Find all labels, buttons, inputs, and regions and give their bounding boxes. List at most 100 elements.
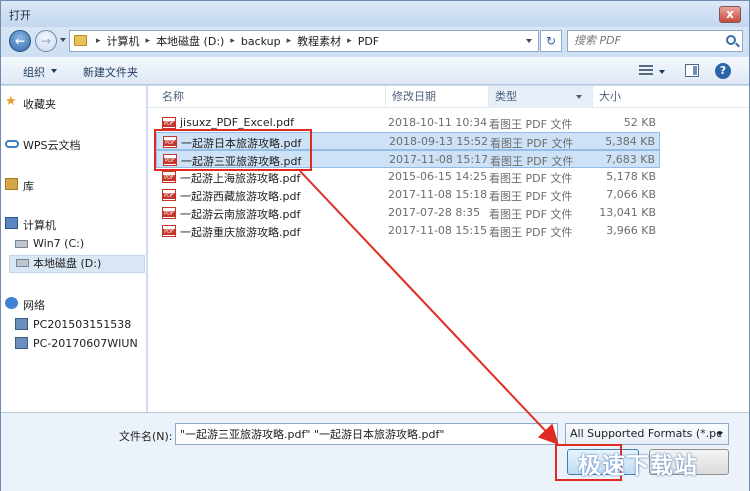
search-box[interactable]: [567, 30, 743, 52]
filename-label: 文件名(N):: [119, 430, 173, 443]
refresh-icon: ↻: [545, 34, 557, 48]
open-file-dialog: 打开 x ← → ▸ 计算机 ▸ 本地磁盘 (D:) ▸ backup ▸ 教程…: [0, 0, 750, 491]
file-size: 13,041 KB: [599, 206, 656, 219]
file-type: 看图王 PDF 文件: [490, 155, 574, 168]
file-date: 2017-11-08 15:18: [388, 188, 488, 201]
nav-label: 计算机: [23, 219, 56, 232]
file-size: 5,384 KB: [605, 135, 655, 148]
title-bar: 打开 x: [1, 1, 749, 27]
file-type-filter[interactable]: All Supported Formats (*.pc: [565, 423, 729, 445]
nav-network[interactable]: 网络: [5, 297, 45, 313]
breadcrumb-tutorial[interactable]: 教程素材: [293, 33, 345, 49]
column-filter-icon[interactable]: [576, 95, 582, 99]
close-icon: x: [726, 7, 734, 21]
nav-pc2[interactable]: PC-20170607WIUN: [15, 337, 138, 350]
chevron-right-icon[interactable]: ▸: [144, 36, 153, 46]
search-icon[interactable]: [726, 35, 736, 45]
refresh-button[interactable]: ↻: [540, 30, 562, 52]
address-row: ← → ▸ 计算机 ▸ 本地磁盘 (D:) ▸ backup ▸ 教程素材 ▸ …: [1, 27, 749, 57]
preview-pane-icon[interactable]: [685, 64, 699, 77]
pdf-file-icon: [162, 225, 176, 237]
drive-icon: [16, 259, 29, 267]
pc-icon: [15, 337, 28, 349]
file-date: 2017-11-08 15:17: [389, 153, 489, 166]
column-name[interactable]: 名称: [156, 86, 386, 108]
file-type: 看图王 PDF 文件: [489, 118, 573, 131]
file-row[interactable]: 一起游西藏旅游攻略.pdf 2017-11-08 15:18 看图王 PDF 文…: [156, 186, 660, 204]
file-size: 52 KB: [623, 116, 656, 129]
navigation-pane: ★ 收藏夹 WPS云文档 库 计算机 Win7 (C:) 本地磁盘 (D:) 网络…: [1, 86, 147, 412]
file-row[interactable]: 一起游云南旅游攻略.pdf 2017-07-28 8:35 看图王 PDF 文件…: [156, 204, 660, 222]
breadcrumb-backup[interactable]: backup: [237, 35, 285, 48]
view-options-icon[interactable]: [639, 65, 653, 76]
history-dropdown-icon[interactable]: [60, 38, 66, 42]
nav-label: 收藏夹: [23, 98, 56, 111]
file-type: 看图王 PDF 文件: [489, 172, 573, 185]
file-name: 一起游上海旅游攻略.pdf: [180, 172, 301, 185]
file-date: 2017-07-28 8:35: [388, 206, 481, 219]
dialog-title: 打开: [9, 9, 31, 22]
column-type[interactable]: 类型: [489, 86, 593, 108]
filename-input[interactable]: [175, 423, 558, 445]
new-folder-button[interactable]: 新建文件夹: [83, 64, 138, 80]
nav-label: PC201503151538: [33, 318, 132, 331]
cloud-icon: [5, 140, 19, 148]
column-date[interactable]: 修改日期: [386, 86, 489, 108]
chevron-right-icon[interactable]: ▸: [94, 36, 103, 46]
breadcrumb: ▸ 计算机 ▸ 本地磁盘 (D:) ▸ backup ▸ 教程素材 ▸ PDF: [94, 31, 383, 51]
back-button[interactable]: ←: [9, 30, 31, 52]
nav-drive-c[interactable]: Win7 (C:): [15, 237, 85, 250]
nav-label: WPS云文档: [23, 139, 81, 152]
nav-label: Win7 (C:): [33, 237, 85, 250]
close-button[interactable]: x: [719, 6, 741, 23]
file-date: 2015-06-15 14:25: [388, 170, 488, 183]
command-bar: 组织 新建文件夹 ?: [1, 57, 749, 85]
file-type: 看图王 PDF 文件: [489, 226, 573, 239]
library-icon: [5, 178, 18, 190]
network-icon: [5, 297, 18, 309]
file-type: 看图王 PDF 文件: [490, 137, 574, 150]
file-name: 一起游西藏旅游攻略.pdf: [180, 190, 301, 203]
search-input[interactable]: [574, 34, 714, 47]
nav-favorites[interactable]: ★ 收藏夹: [5, 95, 56, 112]
view-dropdown-icon[interactable]: [659, 70, 665, 74]
breadcrumb-drive-d[interactable]: 本地磁盘 (D:): [152, 33, 228, 49]
pc-icon: [15, 318, 28, 330]
breadcrumb-computer[interactable]: 计算机: [103, 33, 144, 49]
nav-computer[interactable]: 计算机: [5, 217, 56, 233]
forward-arrow-icon: →: [41, 34, 52, 48]
address-dropdown-icon[interactable]: [526, 39, 532, 43]
forward-button[interactable]: →: [35, 30, 57, 52]
nav-drive-d[interactable]: 本地磁盘 (D:): [9, 255, 145, 273]
chevron-right-icon[interactable]: ▸: [285, 36, 294, 46]
drive-icon: [15, 240, 28, 248]
chevron-right-icon[interactable]: ▸: [228, 36, 237, 46]
chevron-right-icon[interactable]: ▸: [345, 36, 354, 46]
organize-menu[interactable]: 组织: [23, 64, 57, 80]
column-header-row: 名称 修改日期 类型 大小: [148, 86, 749, 108]
nav-library[interactable]: 库: [5, 178, 34, 194]
pdf-file-icon: [162, 189, 176, 201]
address-bar[interactable]: ▸ 计算机 ▸ 本地磁盘 (D:) ▸ backup ▸ 教程素材 ▸ PDF: [69, 30, 539, 52]
file-name: jisuxz_PDF_Excel.pdf: [180, 116, 295, 129]
nav-label: PC-20170607WIUN: [33, 337, 138, 350]
file-type: 看图王 PDF 文件: [489, 208, 573, 221]
pdf-file-icon: [162, 117, 176, 129]
file-size: 7,683 KB: [605, 153, 655, 166]
nav-label: 网络: [23, 299, 45, 312]
nav-pc1[interactable]: PC201503151538: [15, 318, 132, 331]
nav-label: 本地磁盘 (D:): [33, 257, 102, 270]
file-size: 5,178 KB: [606, 170, 656, 183]
folder-icon: [74, 35, 87, 46]
file-name: 一起游重庆旅游攻略.pdf: [180, 226, 301, 239]
help-icon[interactable]: ?: [715, 63, 731, 79]
nav-label: 库: [23, 180, 34, 193]
file-size: 7,066 KB: [606, 188, 656, 201]
file-row[interactable]: 一起游重庆旅游攻略.pdf 2017-11-08 15:15 看图王 PDF 文…: [156, 222, 660, 240]
file-size: 3,966 KB: [606, 224, 656, 237]
star-icon: ★: [5, 94, 17, 109]
breadcrumb-pdf[interactable]: PDF: [354, 35, 383, 48]
column-size[interactable]: 大小: [593, 86, 660, 108]
nav-wps-cloud[interactable]: WPS云文档: [5, 137, 81, 153]
file-type: 看图王 PDF 文件: [489, 190, 573, 203]
